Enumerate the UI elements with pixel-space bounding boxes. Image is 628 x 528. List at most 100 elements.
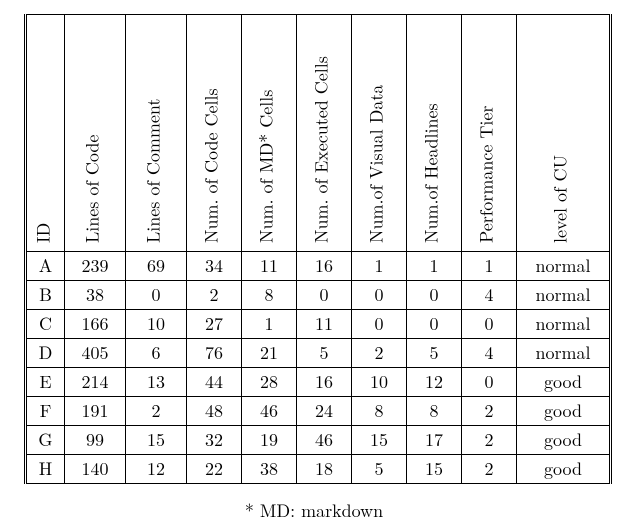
col-header-level-of-cu: level of CU [517,15,611,252]
table-row: E 214 13 44 28 16 10 12 0 good [26,368,611,397]
col-label: Num. of MD* Cells [257,90,275,245]
cell-pt: 2 [462,455,517,484]
cell-nhl: 0 [407,310,462,339]
cell-lcm: 10 [126,310,187,339]
cell-nvd: 10 [352,368,407,397]
cell-loc: 214 [65,368,126,397]
col-label: Num.of Visual Data [367,85,385,245]
cell-nec: 5 [297,339,352,368]
cell-id: H [26,455,65,484]
cell-lcm: 15 [126,426,187,455]
cell-id: G [26,426,65,455]
cell-nmd: 8 [242,281,297,310]
cell-nmd: 38 [242,455,297,484]
cell-ncc: 76 [187,339,242,368]
cell-nvd: 5 [352,455,407,484]
cell-lcu: normal [517,281,611,310]
cell-loc: 191 [65,397,126,426]
table-row: A 239 69 34 11 16 1 1 1 normal [26,252,611,281]
cell-ncc: 2 [187,281,242,310]
cell-nmd: 28 [242,368,297,397]
cell-lcu: normal [517,339,611,368]
col-header-num-md-cells: Num. of MD* Cells [242,15,297,252]
cell-nhl: 15 [407,455,462,484]
cell-lcu: good [517,455,611,484]
table-row: D 405 6 76 21 5 2 5 4 normal [26,339,611,368]
cell-nhl: 0 [407,281,462,310]
cell-nec: 16 [297,368,352,397]
table-row: B 38 0 2 8 0 0 0 4 normal [26,281,611,310]
col-label: Num. of Code Cells [202,88,220,245]
cell-loc: 140 [65,455,126,484]
table-row: G 99 15 32 19 46 15 17 2 good [26,426,611,455]
cell-lcu: normal [517,252,611,281]
col-label: Num.of Headlines [422,103,440,245]
cell-pt: 4 [462,281,517,310]
cell-loc: 38 [65,281,126,310]
cell-nvd: 15 [352,426,407,455]
cell-lcm: 6 [126,339,187,368]
cell-nmd: 11 [242,252,297,281]
cell-lcm: 0 [126,281,187,310]
cell-lcu: normal [517,310,611,339]
col-label: Num. of Executed Cells [312,56,330,245]
col-header-num-visual-data: Num.of Visual Data [352,15,407,252]
cell-nec: 16 [297,252,352,281]
cell-ncc: 22 [187,455,242,484]
col-header-performance-tier: Performance Tier [462,15,517,252]
cell-pt: 0 [462,310,517,339]
cell-nec: 18 [297,455,352,484]
cell-pt: 1 [462,252,517,281]
cell-loc: 239 [65,252,126,281]
col-header-lines-of-comment: Lines of Comment [126,15,187,252]
cell-loc: 166 [65,310,126,339]
header-row: ID Lines of Code Lines of Comment Num. o… [26,15,611,252]
col-label: Performance Tier [477,106,495,245]
cell-nhl: 12 [407,368,462,397]
cell-pt: 4 [462,339,517,368]
cell-nhl: 5 [407,339,462,368]
col-header-num-executed-cells: Num. of Executed Cells [297,15,352,252]
cell-ncc: 27 [187,310,242,339]
cell-lcm: 13 [126,368,187,397]
cell-lcm: 2 [126,397,187,426]
cell-loc: 405 [65,339,126,368]
col-header-num-headlines: Num.of Headlines [407,15,462,252]
cell-pt: 0 [462,368,517,397]
cell-lcm: 12 [126,455,187,484]
col-label: level of CU [551,155,569,245]
cell-nvd: 0 [352,310,407,339]
cell-id: E [26,368,65,397]
cell-lcu: good [517,368,611,397]
cell-nmd: 21 [242,339,297,368]
cell-lcm: 69 [126,252,187,281]
cell-nvd: 8 [352,397,407,426]
cell-id: A [26,252,65,281]
cell-nhl: 17 [407,426,462,455]
cell-id: B [26,281,65,310]
data-table: ID Lines of Code Lines of Comment Num. o… [24,14,612,484]
cell-nec: 46 [297,426,352,455]
cell-pt: 2 [462,397,517,426]
cell-ncc: 48 [187,397,242,426]
cell-ncc: 34 [187,252,242,281]
cell-loc: 99 [65,426,126,455]
col-label: Lines of Code [83,135,101,245]
col-header-num-code-cells: Num. of Code Cells [187,15,242,252]
cell-nmd: 19 [242,426,297,455]
table-row: H 140 12 22 38 18 5 15 2 good [26,455,611,484]
cell-pt: 2 [462,426,517,455]
table-footnote: * MD: markdown [0,498,628,523]
table-row: F 191 2 48 46 24 8 8 2 good [26,397,611,426]
cell-nec: 24 [297,397,352,426]
cell-nvd: 2 [352,339,407,368]
cell-id: D [26,339,65,368]
cell-nec: 11 [297,310,352,339]
cell-id: F [26,397,65,426]
cell-nvd: 0 [352,281,407,310]
cell-ncc: 44 [187,368,242,397]
cell-lcu: good [517,426,611,455]
table-row: C 166 10 27 1 11 0 0 0 normal [26,310,611,339]
cell-ncc: 32 [187,426,242,455]
cell-nec: 0 [297,281,352,310]
